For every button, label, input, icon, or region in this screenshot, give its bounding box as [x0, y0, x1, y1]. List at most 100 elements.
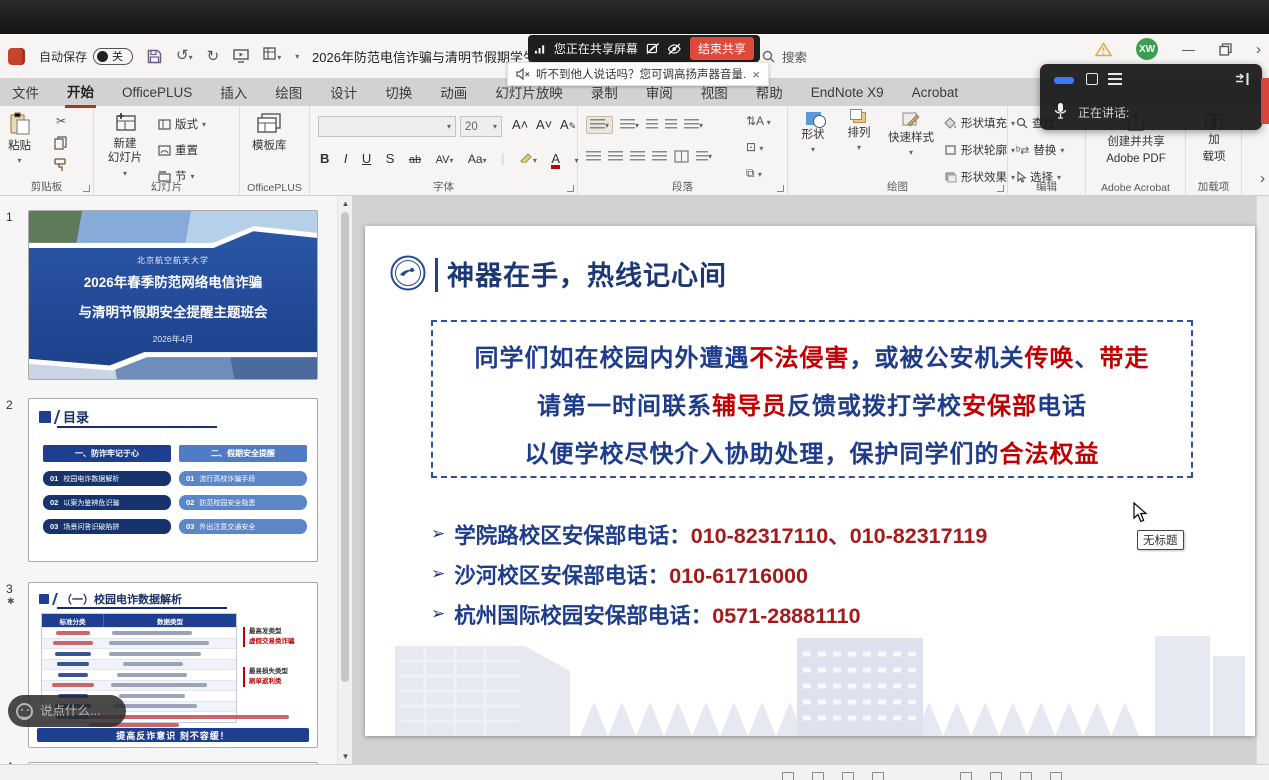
view-normal-button[interactable] — [960, 772, 972, 780]
line-spacing-button[interactable]: ▾ — [684, 119, 703, 131]
justify-button[interactable] — [652, 151, 667, 163]
new-slide-icon — [113, 112, 137, 134]
dialog-launcher-icon[interactable] — [777, 185, 784, 192]
view-reading-button[interactable] — [1020, 772, 1032, 780]
ribbon-overflow-chevron[interactable]: › — [1260, 170, 1265, 187]
microphone-icon[interactable] — [1054, 102, 1067, 119]
account-avatar[interactable]: XW — [1136, 38, 1158, 60]
tab-file[interactable]: 文件 — [10, 78, 41, 106]
shapes-button[interactable]: 形状▾ — [794, 112, 832, 155]
arrange-button[interactable]: 排列▾ — [840, 112, 878, 153]
annotation-disabled-icon[interactable] — [646, 42, 660, 55]
highlight-pen-button[interactable]: ▾ — [519, 151, 537, 166]
dialog-launcher-icon[interactable] — [83, 185, 90, 192]
chat-input[interactable] — [40, 704, 120, 718]
strikethrough-button[interactable]: S — [386, 151, 395, 166]
align-right-button[interactable] — [630, 151, 645, 163]
statusbar-icon[interactable] — [842, 772, 854, 780]
emoji-icon[interactable] — [16, 703, 33, 720]
clear-formatting-button[interactable]: A✎ — [560, 117, 576, 132]
statusbar-icon[interactable] — [872, 772, 884, 780]
text-direction-button[interactable]: ⇅A ▾ — [746, 114, 771, 128]
dialog-launcher-icon[interactable] — [567, 185, 574, 192]
slide-canvas[interactable]: 神器在手，热线记心间 同学们如在校园内外遭遇不法侵害，或被公安机关传唤、带走 请… — [365, 226, 1255, 736]
font-color-button[interactable]: A — [551, 152, 560, 169]
bullets-button[interactable]: ▾ — [586, 116, 613, 134]
thumbnail-scrollbar[interactable]: ▲ ▼ — [337, 196, 352, 764]
scroll-down-icon[interactable]: ▼ — [338, 752, 353, 761]
shrink-font-button[interactable]: A˅ — [536, 117, 552, 132]
meeting-chat-bar[interactable] — [8, 695, 126, 727]
undo-button[interactable]: ↺▾ — [176, 47, 193, 65]
slide-title[interactable]: 神器在手，热线记心间 — [447, 254, 727, 293]
notes-button[interactable] — [782, 772, 794, 780]
save-icon[interactable] — [147, 49, 162, 64]
shape-outline-button[interactable]: 形状轮廓▾ — [944, 142, 1015, 158]
touch-mode-button[interactable]: ▾ — [263, 47, 281, 65]
bold-button[interactable]: B — [320, 151, 329, 166]
close-button-partial[interactable]: › — [1256, 41, 1261, 58]
replace-button[interactable]: ᵇ⇄替换▾ — [1016, 142, 1064, 158]
autosave-toggle[interactable]: 自动保存 关 — [39, 48, 133, 65]
template-library-button[interactable]: 模板库 — [252, 112, 287, 153]
grow-font-button[interactable]: A˄ — [512, 117, 528, 132]
font-name-combo[interactable]: ▾ — [318, 116, 456, 137]
titlebar-right: XW — › — [1095, 34, 1261, 64]
dashed-text-box[interactable]: 同学们如在校园内外遭遇不法侵害，或被公安机关传唤、带走 请第一时间联系辅导员反馈… — [431, 320, 1193, 478]
redo-button[interactable]: ↻ — [207, 49, 220, 64]
tab-endnote[interactable]: EndNote X9 — [809, 81, 886, 104]
quick-styles-button[interactable]: 快速样式▾ — [884, 112, 938, 158]
tab-home[interactable]: 开始 — [65, 77, 96, 108]
statusbar-icon[interactable] — [812, 772, 824, 780]
tab-acrobat[interactable]: Acrobat — [910, 81, 961, 104]
numbering-button[interactable]: ▾ — [620, 119, 639, 131]
tab-design[interactable]: 设计 — [328, 78, 359, 106]
list-level-button[interactable]: ▾ — [696, 151, 712, 163]
toggle-knob-icon — [97, 51, 108, 62]
end-share-button[interactable]: 结束共享 — [690, 37, 754, 60]
cut-icon[interactable]: ✂ — [56, 114, 66, 128]
panel-collapse-icon[interactable] — [1235, 72, 1250, 86]
scrollbar-thumb[interactable] — [341, 212, 349, 682]
align-text-button[interactable]: ⊡ ▾ — [746, 140, 763, 154]
minimize-button[interactable]: — — [1182, 42, 1195, 57]
tab-draw[interactable]: 绘图 — [273, 78, 304, 106]
dialog-launcher-icon[interactable] — [997, 185, 1004, 192]
view-slideshow-button[interactable] — [1050, 772, 1062, 780]
align-center-button[interactable] — [608, 151, 623, 163]
underline-button[interactable]: U — [362, 151, 371, 166]
hide-preview-icon[interactable] — [667, 43, 682, 55]
scroll-up-icon[interactable]: ▲ — [338, 199, 353, 208]
copy-icon[interactable] — [54, 136, 68, 150]
new-slide-button[interactable]: 新建 幻灯片▾ — [102, 112, 148, 179]
view-sorter-button[interactable] — [990, 772, 1002, 780]
qat-overflow-button[interactable]: ▾ — [295, 52, 299, 61]
increase-indent-button[interactable] — [665, 119, 677, 131]
tab-transitions[interactable]: 切换 — [383, 78, 414, 106]
change-case-button[interactable]: Aa▾ — [468, 152, 487, 166]
align-left-button[interactable] — [586, 151, 601, 163]
reset-button[interactable]: 重置 — [158, 142, 198, 158]
paste-button[interactable]: 粘贴▾ — [8, 112, 31, 166]
meeting-window-icon[interactable] — [1086, 73, 1098, 85]
tab-insert[interactable]: 插入 — [218, 78, 249, 106]
decrease-indent-button[interactable] — [646, 119, 658, 131]
tab-animations[interactable]: 动画 — [438, 78, 469, 106]
slide-thumbnail-2[interactable]: 目录 一、防诈牢记于心 01校园电诈数据解析 02以案为鉴辨危识骗 03场景问答… — [28, 398, 318, 562]
slideshow-button[interactable] — [233, 49, 249, 63]
notice-close-icon[interactable]: × — [752, 67, 760, 82]
italic-button[interactable]: I — [344, 151, 348, 166]
font-buttons-row: B I U S ab AV▾ Aa▾ | ▾ A ▾ — [320, 150, 579, 169]
tab-officeplus[interactable]: OfficePLUS — [120, 81, 194, 104]
character-spacing-button[interactable]: AV▾ — [436, 154, 454, 166]
meeting-list-icon[interactable] — [1108, 73, 1122, 85]
restore-window-button[interactable] — [1219, 43, 1232, 56]
strike-ab-button[interactable]: ab — [409, 154, 421, 166]
layout-button[interactable]: 版式▾ — [158, 116, 206, 132]
format-painter-icon[interactable] — [54, 158, 68, 172]
slide-thumbnail-1[interactable]: 北京航空航天大学 2026年春季防范网络电信诈骗 与清明节假期安全提醒主题班会 … — [28, 210, 318, 380]
shape-fill-button[interactable]: 形状填充▾ — [944, 115, 1015, 131]
font-size-combo[interactable]: 20▾ — [460, 116, 502, 137]
columns-button[interactable] — [674, 150, 689, 163]
meeting-minimize-pill[interactable] — [1054, 77, 1074, 84]
